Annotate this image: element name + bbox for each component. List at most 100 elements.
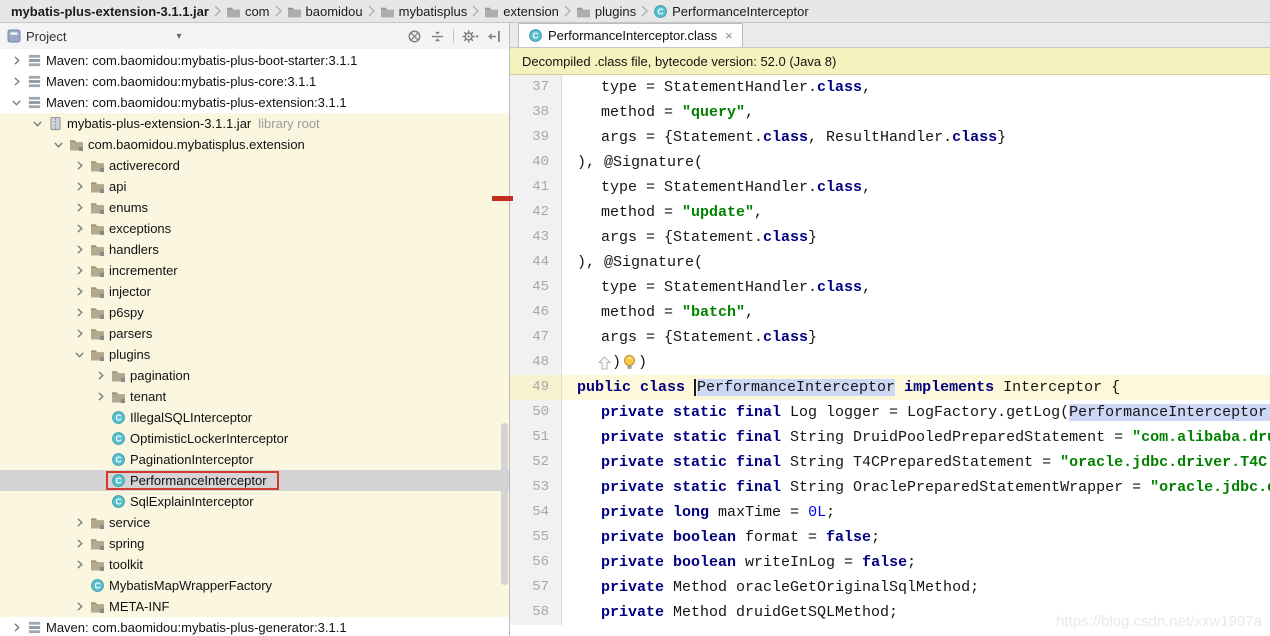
tree-row[interactable]: CSqlExplainInterceptor xyxy=(0,491,509,512)
code-line[interactable]: 49public class PerformanceInterceptor im… xyxy=(510,375,1270,400)
code-line[interactable]: 40), @Signature( xyxy=(510,150,1270,175)
lightbulb-icon[interactable] xyxy=(622,354,637,371)
code-token: public class xyxy=(577,379,694,396)
code-line[interactable]: 37type = StatementHandler.class, xyxy=(510,75,1270,100)
fold-arrow-icon[interactable] xyxy=(598,356,611,370)
locate-button[interactable] xyxy=(407,29,422,44)
chevron-right-icon[interactable] xyxy=(71,159,88,172)
code-line[interactable]: 39args = {Statement.class, ResultHandler… xyxy=(510,125,1270,150)
chevron-right-icon[interactable] xyxy=(92,369,109,382)
chevron-right-icon[interactable] xyxy=(71,537,88,550)
code-line[interactable]: 47args = {Statement.class} xyxy=(510,325,1270,350)
tree-row[interactable]: META-INF xyxy=(0,596,509,617)
tree-row[interactable]: parsers xyxy=(0,323,509,344)
chevron-down-icon[interactable] xyxy=(29,117,46,130)
tree-row[interactable]: injector xyxy=(0,281,509,302)
chevron-right-icon[interactable] xyxy=(71,243,88,256)
code-line[interactable]: 55private boolean format = false; xyxy=(510,525,1270,550)
tree-row[interactable]: com.baomidou.mybatisplus.extension xyxy=(0,134,509,155)
breadcrumb-item[interactable]: mybatisplus xyxy=(375,0,473,22)
tree-row[interactable]: activerecord xyxy=(0,155,509,176)
chevron-right-icon[interactable] xyxy=(8,75,25,88)
tree-row[interactable]: enums xyxy=(0,197,509,218)
code-line[interactable]: 43args = {Statement.class} xyxy=(510,225,1270,250)
chevron-right-icon[interactable] xyxy=(92,390,109,403)
settings-button[interactable] xyxy=(462,29,479,44)
breadcrumb-item[interactable]: com xyxy=(221,0,275,22)
tree-row[interactable]: CPaginationInterceptor xyxy=(0,449,509,470)
code-line[interactable]: 57private Method oracleGetOriginalSqlMet… xyxy=(510,575,1270,600)
tree-row[interactable]: toolkit xyxy=(0,554,509,575)
chevron-right-icon[interactable] xyxy=(71,516,88,529)
breadcrumb-item[interactable]: mybatis-plus-extension-3.1.1.jar xyxy=(6,0,214,22)
breadcrumb-item[interactable]: CPerformanceInterceptor xyxy=(648,0,814,22)
project-panel: Project ▾ Maven: com.baomidou:mybatis-pl… xyxy=(0,23,510,636)
tree-item-label: SqlExplainInterceptor xyxy=(130,494,254,509)
tree-row[interactable]: Maven: com.baomidou:mybatis-plus-boot-st… xyxy=(0,50,509,71)
chevron-right-icon[interactable] xyxy=(71,180,88,193)
tree-row[interactable]: CMybatisMapWrapperFactory xyxy=(0,575,509,596)
tree-row[interactable]: handlers xyxy=(0,239,509,260)
tree-row[interactable]: CPerformanceInterceptor xyxy=(0,470,509,491)
code-token: false xyxy=(826,529,871,546)
code-token: String T4CPreparedStatement = xyxy=(781,454,1060,471)
chevron-right-icon[interactable] xyxy=(71,201,88,214)
chevron-right-icon[interactable] xyxy=(8,621,25,634)
tree-row[interactable]: service xyxy=(0,512,509,533)
code-line[interactable]: 48)) xyxy=(510,350,1270,375)
chevron-right-icon[interactable] xyxy=(71,264,88,277)
chevron-right-icon[interactable] xyxy=(71,558,88,571)
code-line[interactable]: 45type = StatementHandler.class, xyxy=(510,275,1270,300)
chevron-down-icon[interactable] xyxy=(50,138,67,151)
tree-row[interactable]: exceptions xyxy=(0,218,509,239)
chevron-right-icon[interactable] xyxy=(71,600,88,613)
tree-row[interactable]: Maven: com.baomidou:mybatis-plus-extensi… xyxy=(0,92,509,113)
code-line[interactable]: 53private static final String OraclePrep… xyxy=(510,475,1270,500)
collapse-all-button[interactable] xyxy=(430,29,445,44)
tree-item-label: enums xyxy=(109,200,148,215)
tree-row[interactable]: Maven: com.baomidou:mybatis-plus-core:3.… xyxy=(0,71,509,92)
tree-row[interactable]: CIllegalSQLInterceptor xyxy=(0,407,509,428)
code-line[interactable]: 56private boolean writeInLog = false; xyxy=(510,550,1270,575)
breadcrumb-item[interactable]: baomidou xyxy=(282,0,368,22)
chevron-right-icon[interactable] xyxy=(71,306,88,319)
editor-tab[interactable]: C PerformanceInterceptor.class × xyxy=(518,23,743,47)
hide-panel-button[interactable] xyxy=(487,29,502,44)
close-icon[interactable]: × xyxy=(725,28,733,43)
tree-row[interactable]: spring xyxy=(0,533,509,554)
chevron-right-icon[interactable] xyxy=(8,54,25,67)
code-line[interactable]: 44), @Signature( xyxy=(510,250,1270,275)
chevron-down-icon[interactable] xyxy=(71,348,88,361)
tree-row[interactable]: plugins xyxy=(0,344,509,365)
chevron-right-icon[interactable] xyxy=(71,222,88,235)
code-line[interactable]: 52private static final String T4CPrepare… xyxy=(510,450,1270,475)
tree-row[interactable]: Maven: com.baomidou:mybatis-plus-generat… xyxy=(0,617,509,636)
chevron-right-icon[interactable] xyxy=(71,285,88,298)
tree-row[interactable]: api xyxy=(0,176,509,197)
code-line[interactable]: 46method = "batch", xyxy=(510,300,1270,325)
code-line[interactable]: 38method = "query", xyxy=(510,100,1270,125)
code-area[interactable]: 37type = StatementHandler.class,38method… xyxy=(510,75,1270,636)
tree-row[interactable]: tenant xyxy=(0,386,509,407)
code-text: method = "batch", xyxy=(577,304,754,321)
tree-row[interactable]: p6spy xyxy=(0,302,509,323)
code-line[interactable]: 41type = StatementHandler.class, xyxy=(510,175,1270,200)
breadcrumb-item[interactable]: extension xyxy=(479,0,564,22)
chevron-down-icon[interactable]: ▾ xyxy=(176,31,181,42)
package-icon xyxy=(67,138,85,151)
tree-row[interactable]: pagination xyxy=(0,365,509,386)
breadcrumb-item[interactable]: plugins xyxy=(571,0,641,22)
tree-row[interactable]: mybatis-plus-extension-3.1.1.jarlibrary … xyxy=(0,113,509,134)
chevron-right-icon[interactable] xyxy=(71,327,88,340)
code-line[interactable]: 42method = "update", xyxy=(510,200,1270,225)
tree-scrollbar[interactable] xyxy=(501,423,508,585)
tree-row[interactable]: COptimisticLockerInterceptor xyxy=(0,428,509,449)
chevron-down-icon[interactable] xyxy=(8,96,25,109)
tree-item-label: pagination xyxy=(130,368,190,383)
project-tool-window-selector[interactable]: Project xyxy=(7,29,66,44)
code-text: private Method oracleGetOriginalSqlMetho… xyxy=(577,579,979,596)
tree-row[interactable]: incrementer xyxy=(0,260,509,281)
code-line[interactable]: 54private long maxTime = 0L; xyxy=(510,500,1270,525)
code-line[interactable]: 51private static final String DruidPoole… xyxy=(510,425,1270,450)
code-line[interactable]: 50private static final Log logger = LogF… xyxy=(510,400,1270,425)
